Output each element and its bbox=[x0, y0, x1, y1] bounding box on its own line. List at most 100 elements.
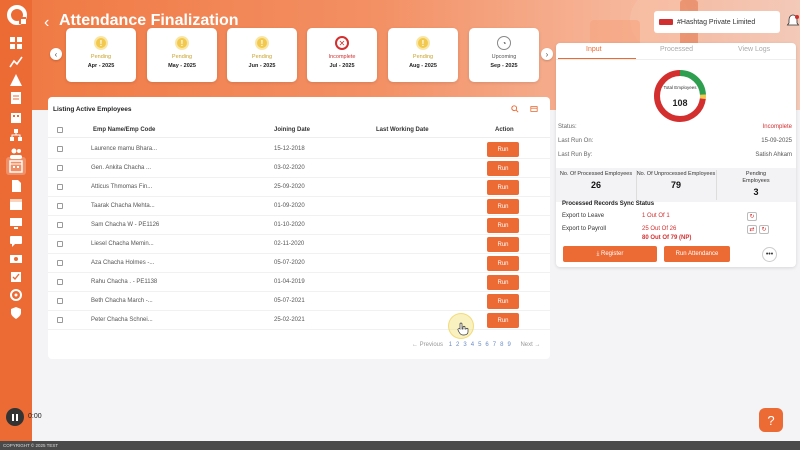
status-value: Incomplete bbox=[762, 124, 792, 130]
table-row: Gen. Ankita Chacha ... 03-02-2020 Run bbox=[48, 159, 550, 178]
carousel-next-arrow-icon[interactable]: › bbox=[541, 48, 553, 60]
pager-page-link[interactable]: 9 bbox=[507, 342, 510, 348]
export-payroll-value: 25 Out Of 26 bbox=[642, 226, 677, 232]
pager-page-link[interactable]: 2 bbox=[456, 342, 459, 348]
table-row: Liesel Chacha Memin... 02-11-2020 Run bbox=[48, 235, 550, 254]
run-button[interactable]: Run bbox=[487, 256, 519, 271]
pager-page-link[interactable]: 1 bbox=[449, 342, 452, 348]
row-checkbox[interactable] bbox=[57, 184, 63, 190]
organization-icon[interactable] bbox=[9, 110, 23, 124]
pager-next-link[interactable]: Next → bbox=[520, 342, 540, 348]
documents-icon[interactable] bbox=[9, 179, 23, 193]
row-checkbox[interactable] bbox=[57, 260, 63, 266]
joining-date: 01-04-2019 bbox=[274, 279, 305, 285]
pager-page-link[interactable]: 7 bbox=[493, 342, 496, 348]
column-header-joining[interactable]: Joining Date bbox=[274, 127, 310, 133]
pager-prev-link[interactable]: ← Previous bbox=[412, 342, 443, 348]
row-checkbox[interactable] bbox=[57, 298, 63, 304]
run-attendance-button[interactable]: Run Attendance bbox=[664, 246, 730, 262]
back-arrow-icon[interactable]: ‹ bbox=[44, 14, 49, 32]
filter-icon[interactable] bbox=[527, 103, 541, 115]
refresh-payroll-icon[interactable]: ↻ bbox=[759, 225, 769, 234]
security-icon[interactable] bbox=[9, 306, 23, 320]
hierarchy-icon[interactable] bbox=[9, 128, 23, 142]
last-run-on-label: Last Run On: bbox=[558, 138, 594, 144]
pause-icon[interactable] bbox=[6, 408, 24, 426]
run-button[interactable]: Run bbox=[487, 218, 519, 233]
payroll-icon[interactable] bbox=[9, 252, 23, 266]
column-header-emp[interactable]: Emp Name/Emp Code bbox=[93, 127, 155, 133]
employee-name: Atticus Thmomas Fin... bbox=[91, 184, 153, 190]
run-button[interactable]: Run bbox=[487, 180, 519, 195]
month-card-apr-2025[interactable]: ! Pending Apr - 2025 bbox=[66, 28, 136, 82]
row-checkbox[interactable] bbox=[57, 165, 63, 171]
pager-page-link[interactable]: 8 bbox=[500, 342, 503, 348]
tab-processed[interactable]: Processed bbox=[660, 46, 693, 53]
employee-stats: No. Of Processed Employees 26 No. Of Unp… bbox=[556, 168, 796, 202]
chat-icon[interactable] bbox=[9, 234, 23, 248]
more-options-button[interactable]: ••• bbox=[762, 247, 777, 262]
row-checkbox[interactable] bbox=[57, 241, 63, 247]
pager-page-link[interactable]: 5 bbox=[478, 342, 481, 348]
company-selector[interactable]: #Hashtag Private Limited bbox=[654, 11, 780, 33]
employee-name: Sam Chacha W - PE1126 bbox=[91, 222, 160, 228]
month-label: Sep - 2025 bbox=[490, 63, 518, 69]
refresh-leave-icon[interactable]: ↻ bbox=[747, 212, 757, 221]
display-icon[interactable] bbox=[9, 216, 23, 230]
pagination: ← Previous 123456789 Next → bbox=[412, 342, 544, 348]
search-icon[interactable] bbox=[508, 103, 522, 115]
reports-icon[interactable] bbox=[9, 91, 23, 105]
joining-date: 03-02-2020 bbox=[274, 165, 305, 171]
table-row: Aza Chacha Holmes -... 05-07-2020 Run bbox=[48, 254, 550, 273]
joining-date: 05-07-2020 bbox=[274, 260, 305, 266]
tab-view-logs[interactable]: View Logs bbox=[738, 46, 770, 53]
dashboard-icon[interactable] bbox=[9, 36, 23, 50]
table-row: Atticus Thmomas Fin... 25-09-2020 Run bbox=[48, 178, 550, 197]
stat-unprocessed: No. Of Unprocessed Employees 79 bbox=[636, 168, 716, 202]
notification-bell-icon[interactable] bbox=[786, 14, 800, 28]
pager-page-link[interactable]: 3 bbox=[463, 342, 466, 348]
register-button[interactable]: ⤓ Register bbox=[563, 246, 657, 262]
row-checkbox[interactable] bbox=[57, 317, 63, 323]
active-tab-indicator bbox=[558, 58, 636, 59]
stat-pending-label: Pending Employees bbox=[742, 171, 770, 184]
run-button[interactable]: Run bbox=[487, 237, 519, 252]
table-row: Beth Chacha March -... 05-07-2021 Run bbox=[48, 292, 550, 311]
sync-payroll-icon[interactable]: ⇄ bbox=[747, 225, 757, 234]
sync-status-title: Processed Records Sync Status bbox=[562, 201, 655, 207]
run-button[interactable]: Run bbox=[487, 294, 519, 309]
month-card-may-2025[interactable]: ! Pending May - 2025 bbox=[147, 28, 217, 82]
pending-alert-icon: ! bbox=[175, 36, 189, 50]
run-button[interactable]: Run bbox=[487, 161, 519, 176]
app-logo-icon[interactable] bbox=[6, 4, 28, 26]
month-status: Pending bbox=[412, 54, 434, 60]
pager-page-link[interactable]: 6 bbox=[485, 342, 488, 348]
run-button[interactable]: Run bbox=[487, 199, 519, 214]
row-checkbox[interactable] bbox=[57, 279, 63, 285]
calendar-icon[interactable] bbox=[9, 197, 23, 211]
run-button[interactable]: Run bbox=[487, 313, 519, 328]
month-card-aug-2025[interactable]: ! Pending Aug - 2025 bbox=[388, 28, 458, 82]
settings-icon[interactable] bbox=[9, 288, 23, 302]
employee-name: Gen. Ankita Chacha ... bbox=[91, 165, 152, 171]
row-checkbox[interactable] bbox=[57, 146, 63, 152]
month-card-jun-2025[interactable]: ! Pending Jun - 2025 bbox=[227, 28, 297, 82]
pager-page-link[interactable]: 4 bbox=[471, 342, 474, 348]
sidebar bbox=[0, 0, 32, 441]
analytics-icon[interactable] bbox=[9, 55, 23, 69]
select-all-checkbox[interactable] bbox=[57, 127, 63, 133]
tasks-icon[interactable] bbox=[9, 270, 23, 284]
attendance-icon[interactable] bbox=[6, 157, 26, 175]
help-button[interactable]: ? bbox=[759, 408, 783, 432]
run-button[interactable]: Run bbox=[487, 142, 519, 157]
run-button[interactable]: Run bbox=[487, 275, 519, 290]
column-header-last-working[interactable]: Last Working Date bbox=[376, 127, 429, 133]
row-checkbox[interactable] bbox=[57, 222, 63, 228]
alert-icon[interactable] bbox=[9, 73, 23, 87]
tab-input[interactable]: Input bbox=[586, 46, 602, 53]
month-card-sep-2025[interactable]: ◔ Upcoming Sep - 2025 bbox=[469, 28, 539, 82]
carousel-prev-arrow-icon[interactable]: ‹ bbox=[50, 48, 62, 60]
status-label: Status: bbox=[558, 124, 577, 130]
month-card-jul-2025[interactable]: ✕ Incomplete Jul - 2025 bbox=[307, 28, 377, 82]
row-checkbox[interactable] bbox=[57, 203, 63, 209]
